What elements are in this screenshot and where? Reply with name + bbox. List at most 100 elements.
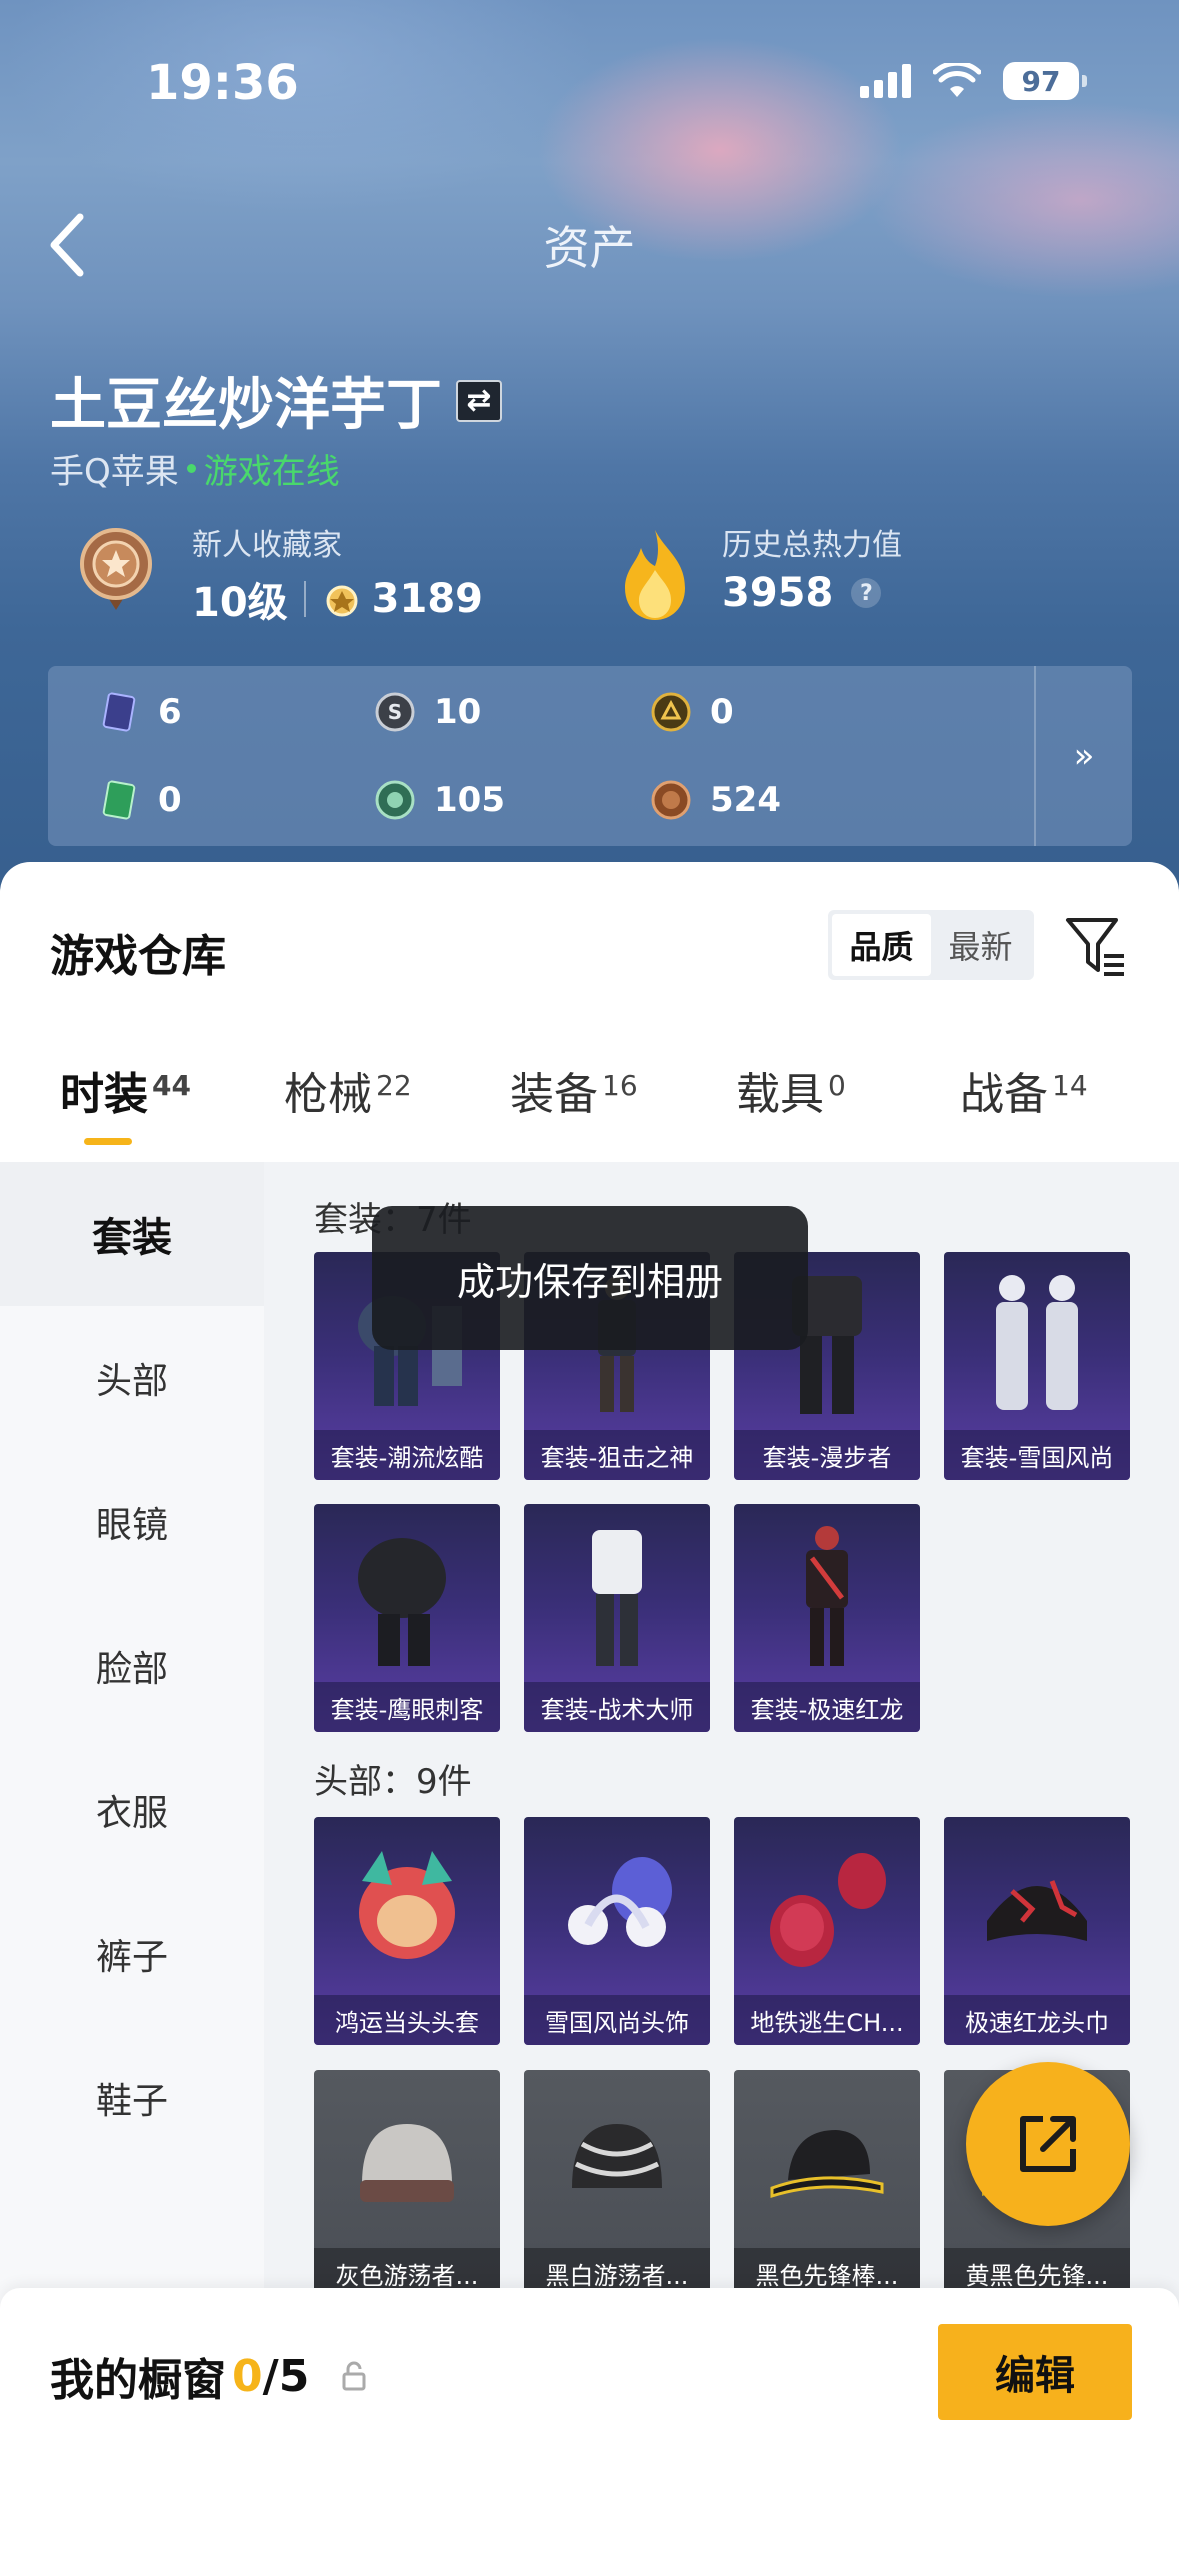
- tab-label: 战备: [960, 1069, 1048, 1120]
- mask-headgear-icon: [359, 1851, 455, 1959]
- currency-value: 6: [158, 692, 182, 732]
- beanie-icon: [572, 2124, 662, 2188]
- sidebar-item-glasses[interactable]: 眼镜: [0, 1450, 264, 1594]
- platform-label: 手Q苹果: [50, 452, 179, 492]
- battery-indicator: 97: [1003, 62, 1087, 100]
- tab-guns[interactable]: 枪械 22: [284, 1058, 412, 1122]
- item-label: 套装-潮流炫酷: [314, 1430, 500, 1480]
- currency-value: 524: [710, 780, 781, 820]
- tab-label: 载具: [736, 1069, 824, 1120]
- collector-points-icon: [326, 585, 358, 617]
- currency-item: 524: [650, 776, 926, 824]
- sort-toggle: 品质 最新: [828, 910, 1034, 980]
- currency-more-button[interactable]: »: [1034, 666, 1132, 846]
- sidebar-item-face[interactable]: 脸部: [0, 1594, 264, 1738]
- help-icon[interactable]: ?: [851, 578, 882, 608]
- status-time: 19:36: [146, 55, 299, 111]
- item-card[interactable]: 套装-战术大师: [524, 1504, 710, 1732]
- tab-count: 44: [152, 1069, 191, 1102]
- tab-label: 时装: [60, 1069, 148, 1120]
- item-label: 雪国风尚头饰: [524, 1995, 710, 2045]
- heat-stats: 3958 ?: [722, 570, 882, 616]
- gold-coin-icon: [651, 692, 691, 732]
- sidebar-item-head[interactable]: 头部: [0, 1306, 264, 1450]
- item-label: 套装-漫步者: [734, 1430, 920, 1480]
- silver-coin-icon: S: [375, 692, 415, 732]
- warehouse-title: 游戏仓库: [50, 931, 226, 982]
- suit-outfit-icon: [806, 1526, 848, 1666]
- item-label: 鸿运当头头套: [314, 1995, 500, 2045]
- item-label: 极速红龙头巾: [944, 1995, 1130, 2045]
- tab-equipment[interactable]: 装备 16: [510, 1058, 638, 1122]
- bottom-bar: 我的橱窗 0 /5 编辑: [0, 2288, 1179, 2556]
- tab-underline: [84, 1138, 132, 1145]
- currency-value: 0: [710, 692, 734, 732]
- item-card[interactable]: 套装-极速红龙: [734, 1504, 920, 1732]
- edit-button[interactable]: 编辑: [938, 2324, 1132, 2420]
- filter-icon[interactable]: [1062, 912, 1130, 980]
- item-label: 套装-雪国风尚: [944, 1430, 1130, 1480]
- currency-item: 0: [98, 776, 374, 824]
- currency-item: 6: [98, 688, 374, 736]
- svg-text:S: S: [388, 700, 402, 724]
- player-name: 土豆丝炒洋芋丁 ⇄: [50, 360, 502, 441]
- divider: [303, 581, 306, 617]
- collector-level: 10级: [192, 580, 288, 626]
- section-title-head: 头部：9件: [314, 1762, 472, 1802]
- item-card[interactable]: 雪国风尚头饰: [524, 1817, 710, 2045]
- page-title: 资产: [543, 221, 636, 275]
- share-button[interactable]: [966, 2062, 1130, 2226]
- sidebar-item-suits[interactable]: 套装: [0, 1162, 264, 1306]
- currency-item: 0: [650, 688, 926, 736]
- item-card[interactable]: 套装-鹰眼刺客: [314, 1504, 500, 1732]
- online-status: 游戏在线: [187, 444, 340, 493]
- tab-count: 16: [602, 1069, 638, 1102]
- switch-account-icon[interactable]: ⇄: [456, 379, 502, 422]
- category-tabs: 时装 44 枪械 22 装备 16 载具 0 战备 14: [0, 1058, 1179, 1158]
- tab-fashion[interactable]: 时装 44: [60, 1058, 191, 1122]
- sort-quality-button[interactable]: 品质: [832, 914, 931, 976]
- tab-count: 0: [828, 1069, 846, 1102]
- item-card[interactable]: 地铁逃生CH...: [734, 1817, 920, 2045]
- suit-outfit-icon: [996, 1275, 1078, 1410]
- heat-value: 3958: [722, 570, 834, 616]
- lock-icon: [342, 2361, 366, 2391]
- item-label: 地铁逃生CH...: [734, 1995, 920, 2045]
- sort-newest-button[interactable]: 最新: [931, 914, 1030, 976]
- item-card[interactable]: 鸿运当头头套: [314, 1817, 500, 2045]
- item-label: 套装-极速红龙: [734, 1682, 920, 1732]
- item-label: 套装-战术大师: [524, 1682, 710, 1732]
- green-ticket-icon: [102, 780, 136, 820]
- currency-item: 105: [374, 776, 650, 824]
- heat-title: 历史总热力值: [722, 528, 902, 563]
- flame-icon: [625, 530, 685, 620]
- collector-stats: 10级 3189: [192, 570, 483, 628]
- bronze-coin-icon: [651, 780, 691, 820]
- currency-value: 105: [434, 780, 505, 820]
- item-card[interactable]: 灰色游荡者...: [314, 2070, 500, 2298]
- currency-panel[interactable]: 6 S 10 0 0 105 524 »: [48, 666, 1132, 846]
- suit-outfit-icon: [358, 1538, 446, 1666]
- item-card[interactable]: 黑色先锋棒...: [734, 2070, 920, 2298]
- sidebar-item-shoes[interactable]: 鞋子: [0, 2026, 264, 2170]
- hero-background: 19:36 97 资产 土豆丝炒洋芋丁 ⇄ 手Q苹果 游戏在线 新人收藏家 10…: [0, 0, 1179, 900]
- item-label: 套装-鹰眼刺客: [314, 1682, 500, 1732]
- tab-vehicles[interactable]: 载具 0: [736, 1058, 846, 1122]
- hair-headgear-icon: [770, 1853, 886, 1967]
- showcase-title: 我的橱窗: [50, 2355, 226, 2406]
- collector-badge-icon: [80, 528, 152, 610]
- sidebar-item-pants[interactable]: 裤子: [0, 1882, 264, 2026]
- showcase-current: 0: [232, 2350, 263, 2402]
- toast-message: 成功保存到相册: [372, 1206, 808, 1350]
- item-card[interactable]: 黑白游荡者...: [524, 2070, 710, 2298]
- item-card[interactable]: 套装-雪国风尚: [944, 1252, 1130, 1480]
- showcase-label: 我的橱窗 0 /5: [50, 2344, 369, 2408]
- beanie-icon: [360, 2124, 454, 2202]
- tab-battle-prep[interactable]: 战备 14: [960, 1058, 1088, 1122]
- sidebar-item-clothes[interactable]: 衣服: [0, 1738, 264, 1882]
- jade-coin-icon: [375, 780, 415, 820]
- share-icon: [1020, 2116, 1076, 2172]
- tab-count: 14: [1052, 1069, 1088, 1102]
- cellular-signal-icon: [860, 64, 911, 98]
- item-card[interactable]: 极速红龙头巾: [944, 1817, 1130, 2045]
